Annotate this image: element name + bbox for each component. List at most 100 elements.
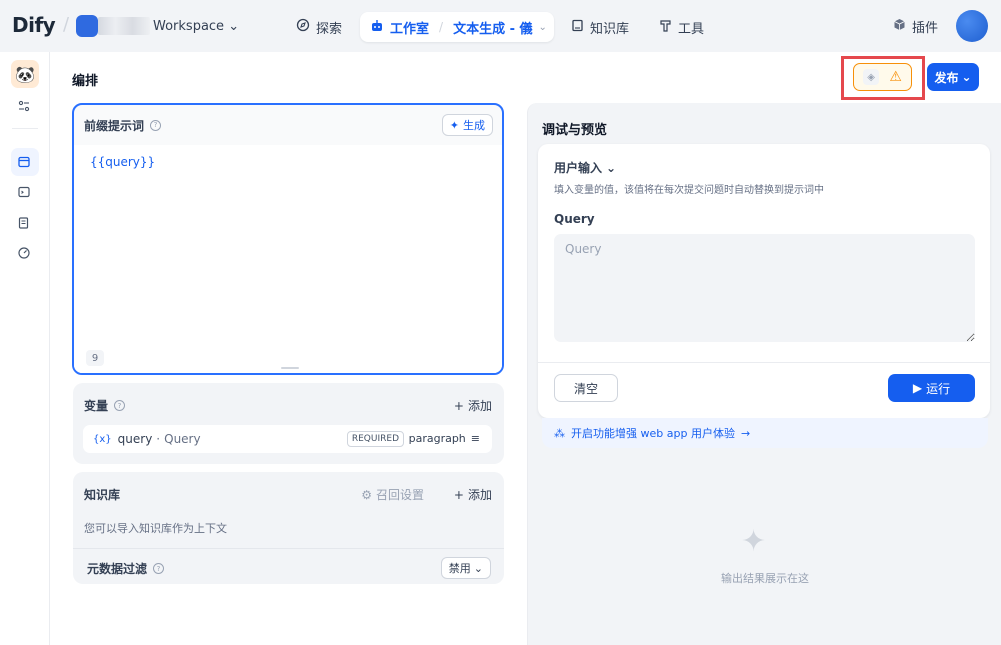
- variable-row[interactable]: {x} query · Query REQUIRED paragraph ≡: [83, 425, 492, 453]
- variable-name: query: [117, 432, 153, 446]
- user-input-title: 用户输入: [554, 161, 603, 175]
- recall-settings-icon: ⚙: [361, 487, 372, 502]
- nav-separator: /: [63, 14, 70, 35]
- plus-icon: +: [453, 487, 464, 502]
- settings-sliders-icon[interactable]: [14, 96, 34, 116]
- help-icon[interactable]: ?: [153, 563, 165, 574]
- sparkle-icon: ✦: [449, 118, 459, 132]
- metadata-filter-label: 元数据过滤: [87, 562, 148, 576]
- variables-card: 变量 ? + 添加 {x} query · Query REQUIRED par…: [73, 383, 504, 464]
- feature-enhance-link[interactable]: ⁂ 开启功能增强 web app 用户体验 →: [542, 418, 988, 448]
- debug-title: 调试与预览: [542, 123, 608, 138]
- check-warning-button[interactable]: ◈ ⚠: [853, 63, 912, 91]
- recall-settings-label: 召回设置: [375, 488, 424, 502]
- variables-header: 变量 ?: [84, 397, 126, 414]
- workspace-label: Workspace: [153, 19, 225, 34]
- char-count-badge: 9: [86, 350, 104, 366]
- workspace-name-redacted: [98, 17, 150, 35]
- workspace-avatar[interactable]: [76, 15, 98, 37]
- generate-button[interactable]: ✦ 生成: [441, 114, 493, 136]
- prompt-title: 前缀提示词: [84, 118, 145, 133]
- resize-handle[interactable]: [281, 367, 299, 369]
- play-icon: ▶: [912, 381, 923, 395]
- debug-panel: 调试与预览 用户输入 ⌄ 填入变量的值，该值将在每次提交问题时自动替换到提示词中…: [527, 103, 1001, 645]
- sidebar-divider: [12, 128, 38, 129]
- prompt-editor-card: 前缀提示词 ? ✦ 生成 {{query}} 9: [72, 103, 504, 375]
- filter-value: 禁用: [448, 562, 471, 575]
- clear-button[interactable]: 清空: [554, 374, 618, 402]
- run-label: 运行: [926, 381, 951, 396]
- plugins-button[interactable]: 插件: [893, 17, 938, 36]
- add-knowledge-label: 添加: [467, 488, 492, 502]
- chevron-down-icon: ⌄: [606, 160, 617, 175]
- top-nav: Dify / Workspace ⌄ 探索 工作室 / 文本生成 - 儀 ⌄ 知…: [0, 0, 1001, 52]
- nav-tools-label: 工具: [678, 21, 705, 37]
- chevron-down-icon: ⌄: [961, 70, 972, 84]
- user-input-toggle[interactable]: 用户输入 ⌄: [554, 159, 616, 176]
- nav-studio-label: 工作室: [390, 21, 430, 37]
- metadata-filter-select[interactable]: 禁用 ⌄: [440, 557, 491, 579]
- chevron-down-icon: ⌄: [473, 561, 483, 575]
- compass-icon: [296, 18, 310, 36]
- cube-icon: ◈: [863, 69, 880, 85]
- app-icon[interactable]: 🐼: [11, 60, 39, 88]
- empty-output-text: 输出结果展示在这: [721, 572, 809, 585]
- knowledge-description: 您可以导入知识库作为上下文: [84, 522, 227, 535]
- chevron-down-icon: ⌄: [538, 21, 547, 33]
- required-badge: REQUIRED: [346, 431, 404, 447]
- nav-explore[interactable]: 探索: [288, 13, 350, 41]
- page-title: 编排: [72, 74, 99, 89]
- terminal-icon[interactable]: [14, 182, 34, 202]
- divider: [73, 548, 504, 549]
- paragraph-icon: ≡: [470, 432, 480, 445]
- add-variable-label: 添加: [467, 399, 492, 413]
- metadata-filter-header: 元数据过滤 ?: [87, 560, 165, 577]
- sparkles-icon: ✦: [741, 524, 767, 559]
- divider: [538, 362, 990, 363]
- layout-icon: [14, 152, 34, 172]
- chevron-down-icon: ⌄: [228, 19, 240, 34]
- app-switcher[interactable]: 文本生成 - 儀: [453, 18, 532, 37]
- prompt-header: 前缀提示词 ?: [74, 105, 502, 145]
- variable-icon: {x}: [93, 433, 112, 445]
- knowledge-card: 知识库 ⚙ 召回设置 + 添加 您可以导入知识库作为上下文 元数据过滤 ? 禁用…: [73, 472, 504, 584]
- warning-icon: ⚠: [889, 69, 902, 85]
- workspace-switcher[interactable]: Workspace ⌄: [153, 19, 239, 34]
- publish-button[interactable]: 发布 ⌄: [927, 63, 979, 91]
- add-knowledge-button[interactable]: + 添加: [454, 486, 492, 503]
- features-icon: ⁂: [554, 426, 565, 440]
- gauge-icon[interactable]: [14, 243, 34, 263]
- logs-icon[interactable]: [14, 213, 34, 233]
- publish-label: 发布: [934, 70, 959, 85]
- user-input-description: 填入变量的值，该值将在每次提交问题时自动替换到提示词中: [554, 185, 824, 196]
- nav-knowledge[interactable]: 知识库: [563, 13, 637, 41]
- prompt-content[interactable]: {{query}}: [90, 155, 155, 169]
- user-avatar[interactable]: [956, 10, 988, 42]
- variable-label: Query: [164, 432, 201, 446]
- prompt-editor[interactable]: {{query}} 9: [74, 145, 502, 373]
- query-input[interactable]: [554, 234, 975, 342]
- help-icon[interactable]: ?: [150, 119, 162, 131]
- nav-tools[interactable]: 工具: [651, 13, 712, 41]
- robot-icon: [370, 19, 384, 36]
- query-label: Query: [554, 212, 595, 226]
- nav-studio[interactable]: 工作室 / 文本生成 - 儀 ⌄: [360, 12, 554, 42]
- breadcrumb-separator: /: [439, 20, 444, 34]
- variable-separator: ·: [156, 432, 161, 446]
- app-sidebar: 🐼: [0, 52, 50, 645]
- cube-icon: [893, 18, 906, 35]
- plugins-label: 插件: [912, 21, 939, 36]
- nav-explore-label: 探索: [316, 21, 343, 37]
- hammer-icon: [659, 19, 672, 36]
- help-icon[interactable]: ?: [114, 400, 126, 411]
- variables-title: 变量: [84, 399, 109, 413]
- run-button[interactable]: ▶ 运行: [888, 374, 975, 402]
- variable-type: paragraph ≡: [409, 432, 480, 445]
- book-icon: [571, 19, 584, 36]
- user-input-card: 用户输入 ⌄ 填入变量的值，该值将在每次提交问题时自动替换到提示词中 Query…: [538, 144, 990, 418]
- add-variable-button[interactable]: + 添加: [454, 397, 492, 414]
- dify-logo[interactable]: Dify: [12, 13, 56, 37]
- variable-type-label: paragraph: [408, 432, 466, 445]
- plus-icon: +: [453, 398, 464, 413]
- recall-settings-button[interactable]: ⚙ 召回设置: [361, 486, 424, 503]
